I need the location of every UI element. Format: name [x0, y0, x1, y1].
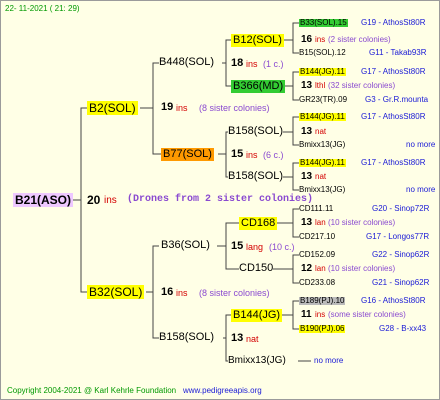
- b36-queen-label: B36(SOL): [161, 239, 210, 251]
- mother-queen-label: B2(SOL): [87, 101, 138, 115]
- b12-sister-note: (2 sister colonies): [328, 35, 391, 44]
- gen4-node: Bmixx13(JG): [299, 185, 346, 194]
- root-drone-note: (Drones from 2 sister colonies): [127, 194, 314, 205]
- b12-ins-count: 16: [301, 34, 313, 45]
- b366-queen-label: B366(MD): [231, 80, 286, 93]
- mother-sister-note: (8 sister colonies): [199, 103, 270, 113]
- b448-ins-count: 18: [231, 57, 244, 69]
- gen4-info: G3 - Gr.R.mounta: [365, 95, 429, 104]
- b366-sister-note: (32 sister colonies): [328, 81, 396, 90]
- gen4-info: G20 - Sinop72R: [372, 204, 430, 213]
- bmixx13-no-more: no more: [314, 356, 344, 365]
- gen4-node: B190(PJ).06: [299, 324, 346, 333]
- b158a-queen-label: B158(SOL): [228, 125, 284, 137]
- b12-queen-label: B12(SOL): [231, 34, 284, 47]
- gen4-node: B189(PJ).10: [299, 296, 346, 305]
- gen4-info: G17 - AthosSt80R: [361, 112, 426, 121]
- cd150-ins-label: lan: [315, 264, 326, 273]
- father-queen-label: B32(SOL): [87, 285, 145, 299]
- gen4-info: no more: [406, 140, 436, 149]
- gen4-info: G11 - Takab93R: [369, 48, 427, 57]
- cd150-sister-note: (10 sister colonies): [328, 264, 396, 273]
- gen4-info: G16 - AthosSt80R: [361, 296, 426, 305]
- b144-queen-label: B144(JG): [231, 309, 283, 322]
- b158b-ins-label: nat: [315, 172, 327, 181]
- gen4-info: no more: [406, 185, 436, 194]
- cd150-queen-label: CD150: [239, 262, 274, 274]
- gen4-node: B144(JG).11: [299, 158, 346, 167]
- b158-ins-label: nat: [246, 334, 259, 344]
- b366-ins-count: 13: [301, 80, 313, 91]
- root-queen-label: B21(ASO): [13, 193, 74, 207]
- gen4-info: G17 - Longos77R: [366, 232, 430, 241]
- b448-ins-label: ins: [246, 59, 258, 69]
- b144-sister-note: (some sister colonies): [328, 310, 406, 319]
- gen4-node: GR23(TR).09: [299, 95, 348, 104]
- b77-ins-label: ins: [246, 150, 258, 160]
- b77-queen-label: B77(SOL): [161, 148, 214, 161]
- father-ins-label: ins: [176, 288, 188, 298]
- b36-ins-label: lang: [246, 242, 264, 252]
- mother-ins-count: 19: [161, 101, 174, 113]
- pedigree-frame: 22- 11-2021 ( 21: 29) Copyright 2004-202…: [0, 0, 440, 400]
- gen4-node: CD111.11: [299, 204, 334, 213]
- gen4-node: B144(JG).11: [299, 112, 346, 121]
- gen4-node: CD233.08: [299, 278, 336, 287]
- gen4-node: CD217.10: [299, 232, 336, 241]
- b77-sister-note: (6 c.): [263, 150, 284, 160]
- b158-ins-count: 13: [231, 332, 244, 344]
- cd168-sister-note: (10 sister colonies): [328, 218, 396, 227]
- b158a-ins-label: nat: [315, 127, 327, 136]
- father-ins-count: 16: [161, 286, 174, 298]
- copyright-text: Copyright 2004-2021 @ Karl Kehrle Founda…: [7, 386, 177, 395]
- b158b-queen-label: B158(SOL): [228, 170, 284, 182]
- gen4-info: G21 - Sinop62R: [372, 278, 430, 287]
- b36-sister-note: (10 c.): [269, 242, 295, 252]
- b77-ins-count: 15: [231, 148, 244, 160]
- site-link[interactable]: www.pedigreeapis.org: [183, 387, 262, 395]
- b144-ins-count: 11: [301, 309, 312, 320]
- b144-ins-label: ins: [315, 310, 326, 319]
- gen4-node: B33(SOL).15: [299, 18, 348, 27]
- gen4-node: CD152.09: [299, 250, 336, 259]
- root-ins-count: 20: [87, 193, 101, 207]
- gen4-info: G17 - AthosSt80R: [361, 158, 426, 167]
- cd150-ins-count: 12: [301, 263, 313, 274]
- bmixx13-queen-label: Bmixx13(JG): [228, 355, 286, 366]
- gen4-node: B144(JG).11: [299, 67, 346, 76]
- cd168-ins-count: 13: [301, 217, 313, 228]
- b12-ins-label: ins: [315, 35, 326, 44]
- b366-ins-label: lthl: [315, 81, 326, 90]
- gen4-info: G22 - Sinop62R: [372, 250, 430, 259]
- gen4-info: G17 - AthosSt80R: [361, 67, 426, 76]
- b158-queen-label: B158(SOL): [159, 331, 215, 343]
- mother-ins-label: ins: [176, 103, 188, 113]
- cd168-ins-label: lan: [315, 218, 326, 227]
- root-ins-label: ins: [104, 195, 117, 206]
- gen4-node: B15(SOL).12: [299, 48, 346, 57]
- gen4-info: G19 - AthosSt80R: [361, 18, 426, 27]
- father-sister-note: (8 sister colonies): [199, 288, 270, 298]
- timestamp: 22- 11-2021 ( 21: 29): [5, 4, 80, 13]
- cd168-queen-label: CD168: [239, 217, 278, 230]
- b448-sister-note: (1 c.): [263, 59, 284, 69]
- b158a-ins-count: 13: [301, 126, 313, 137]
- gen4-node: Bmixx13(JG): [299, 140, 346, 149]
- b158b-ins-count: 13: [301, 171, 313, 182]
- gen4-info: G28 - B-xx43: [379, 324, 427, 333]
- b448-queen-label: B448(SOL): [159, 56, 215, 68]
- b36-ins-count: 15: [231, 240, 244, 252]
